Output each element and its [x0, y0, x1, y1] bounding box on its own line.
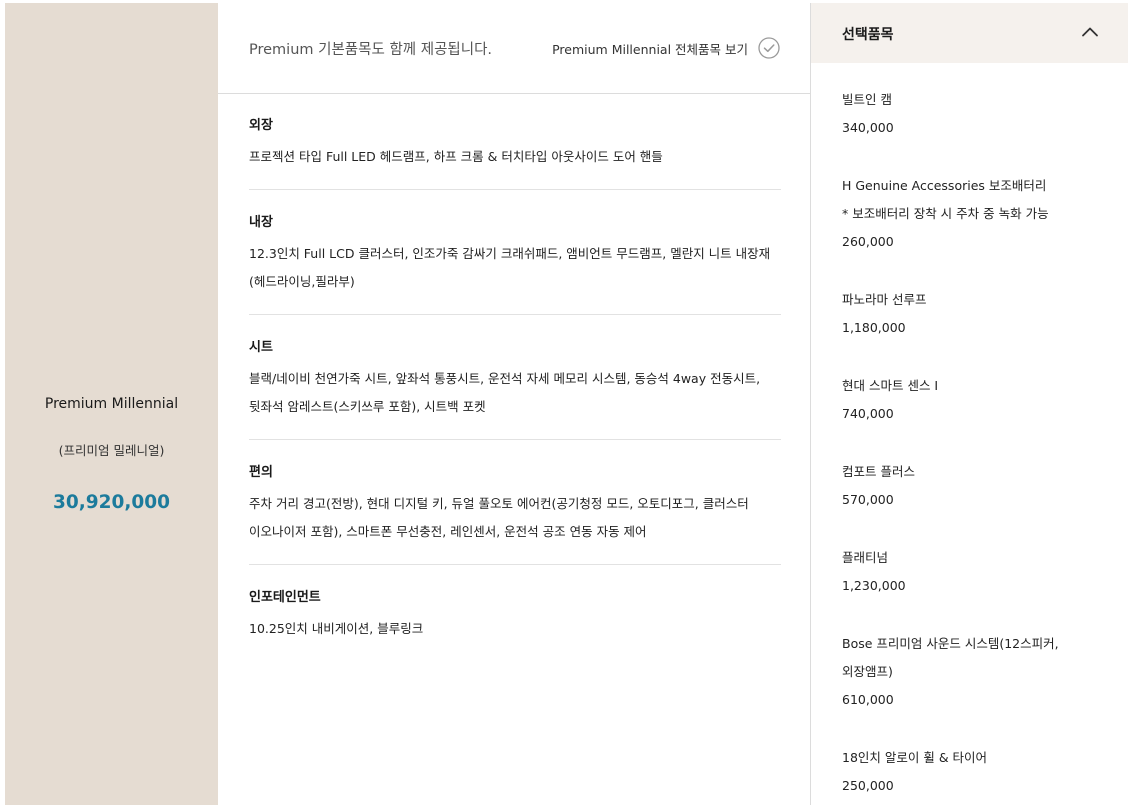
- option-price: 340,000: [842, 120, 894, 135]
- feature-line: 이오나이저 포함), 스마트폰 무선충전, 레인센서, 운전석 공조 연동 자동…: [249, 524, 647, 539]
- option-item[interactable]: H Genuine Accessories 보조배터리 * 보조배터리 장착 시 …: [842, 172, 1102, 256]
- option-name: H Genuine Accessories 보조배터리: [842, 178, 1047, 193]
- option-item[interactable]: 현대 스마트 센스 Ⅰ 740,000: [842, 372, 1102, 428]
- option-price: 1,230,000: [842, 578, 906, 593]
- feature-section-title: 편의: [249, 465, 273, 480]
- page-top-margin: [0, 0, 1128, 3]
- option-name: 빌트인 캠: [842, 92, 892, 107]
- option-price: 570,000: [842, 492, 894, 507]
- option-name: 외장앰프): [842, 664, 893, 679]
- option-price: 260,000: [842, 234, 894, 249]
- option-item[interactable]: 파노라마 선루프 1,180,000: [842, 286, 1102, 342]
- option-name: 18인치 알로이 휠 & 타이어: [842, 750, 988, 765]
- trim-name-korean: (프리미엄 밀레니얼): [58, 443, 165, 458]
- feature-line: 주차 거리 경고(전방), 현대 디지털 키, 듀얼 풀오토 에어컨(공기청정 …: [249, 496, 749, 511]
- check-circle-icon: [758, 37, 780, 59]
- feature-section: 시트블랙/네이비 천연가죽 시트, 앞좌석 통풍시트, 운전석 자세 메모리 시…: [249, 315, 781, 440]
- selected-options-header[interactable]: 선택품목: [811, 3, 1128, 63]
- feature-section-body: 블랙/네이비 천연가죽 시트, 앞좌석 통풍시트, 운전석 자세 메모리 시스템…: [249, 365, 781, 421]
- selected-options-title: 선택품목: [842, 27, 894, 43]
- option-item[interactable]: 빌트인 캠 340,000: [842, 86, 1102, 142]
- basic-features-header: Premium 기본품목도 함께 제공됩니다. Premium Millenni…: [218, 0, 810, 94]
- feature-section: 내장 12.3인치 Full LCD 클러스터, 인조가죽 감싸기 크래쉬패드, …: [249, 190, 781, 315]
- option-item[interactable]: Bose 프리미엄 사운드 시스템(12스피커, 외장앰프) 610,000: [842, 630, 1102, 714]
- option-price: 250,000: [842, 778, 894, 793]
- feature-section-title: 시트: [249, 340, 273, 355]
- selected-options-list: 빌트인 캠 340,000 H Genuine Accessories 보조배터리 *…: [842, 86, 1102, 805]
- option-price: 740,000: [842, 406, 894, 421]
- option-name: 파노라마 선루프: [842, 292, 927, 307]
- basic-features-panel: Premium 기본품목도 함께 제공됩니다. Premium Millenni…: [218, 0, 810, 805]
- trim-price: 30,920,000: [52, 492, 171, 513]
- feature-section: 편의주차 거리 경고(전방), 현대 디지털 키, 듀얼 풀오토 에어컨(공기청…: [249, 440, 781, 565]
- feature-section-body: 12.3인치 Full LCD 클러스터, 인조가죽 감싸기 크래쉬패드, 앰비…: [249, 240, 781, 296]
- selected-options-panel: 선택품목 빌트인 캠 340,000 H Genuine Accessories 보…: [811, 0, 1128, 805]
- feature-line: (헤드라이닝,필라부): [249, 274, 355, 289]
- feature-line: 12.3인치 Full LCD 클러스터, 인조가죽 감싸기 크래쉬패드, 앰비…: [249, 246, 771, 261]
- feature-section-title: 인포테인먼트: [249, 590, 321, 605]
- trim-name: Premium Millennial: [44, 396, 179, 412]
- feature-line: 프로젝션 타입 Full LED 헤드램프, 하프 크롬 & 터치타입 아웃사이…: [249, 149, 663, 164]
- feature-line: 블랙/네이비 천연가죽 시트, 앞좌석 통풍시트, 운전석 자세 메모리 시스템…: [249, 371, 761, 386]
- feature-line: 10.25인치 내비게이션, 블루링크: [249, 621, 424, 636]
- view-all-features-label: Premium Millennial 전체품목 보기: [552, 41, 748, 57]
- trim-detail-page: Premium Millennial (프리미엄 밀레니얼) 30,920,00…: [0, 0, 1128, 805]
- option-item[interactable]: 플래티넘 1,230,000: [842, 544, 1102, 600]
- page-left-margin: [0, 0, 5, 805]
- feature-section-body: 주차 거리 경고(전방), 현대 디지털 키, 듀얼 풀오토 에어컨(공기청정 …: [249, 490, 781, 546]
- chevron-up-icon[interactable]: [1078, 20, 1102, 44]
- feature-line: 뒷좌석 암레스트(스키쓰루 포함), 시트백 포켓: [249, 399, 486, 414]
- feature-sections: 외장프로젝션 타입 Full LED 헤드램프, 하프 크롬 & 터치타입 아웃…: [249, 93, 781, 661]
- feature-section-title: 내장: [249, 215, 273, 230]
- feature-section-body: 프로젝션 타입 Full LED 헤드램프, 하프 크롬 & 터치타입 아웃사이…: [249, 143, 781, 171]
- feature-section-title: 외장: [249, 118, 273, 133]
- option-item[interactable]: 컴포트 플러스 570,000: [842, 458, 1102, 514]
- feature-section: 인포테인먼트 10.25인치 내비게이션, 블루링크: [249, 565, 781, 661]
- option-name: * 보조배터리 장착 시 주차 중 녹화 가능: [842, 206, 1049, 221]
- option-name: 컴포트 플러스: [842, 464, 915, 479]
- feature-section: 외장프로젝션 타입 Full LED 헤드램프, 하프 크롬 & 터치타입 아웃…: [249, 93, 781, 190]
- trim-summary-panel: Premium Millennial (프리미엄 밀레니얼) 30,920,00…: [5, 0, 218, 805]
- option-name: 플래티넘: [842, 550, 889, 565]
- option-name: 현대 스마트 센스 Ⅰ: [842, 378, 939, 393]
- feature-section-body: 10.25인치 내비게이션, 블루링크: [249, 615, 781, 643]
- basic-features-notice: Premium 기본품목도 함께 제공됩니다.: [249, 42, 493, 58]
- option-price: 1,180,000: [842, 320, 906, 335]
- option-price: 610,000: [842, 692, 894, 707]
- option-item[interactable]: 18인치 알로이 휠 & 타이어 250,000: [842, 744, 1102, 800]
- option-name: Bose 프리미엄 사운드 시스템(12스피커,: [842, 636, 1059, 651]
- view-all-features-link[interactable]: Premium Millennial 전체품목 보기: [552, 36, 780, 60]
